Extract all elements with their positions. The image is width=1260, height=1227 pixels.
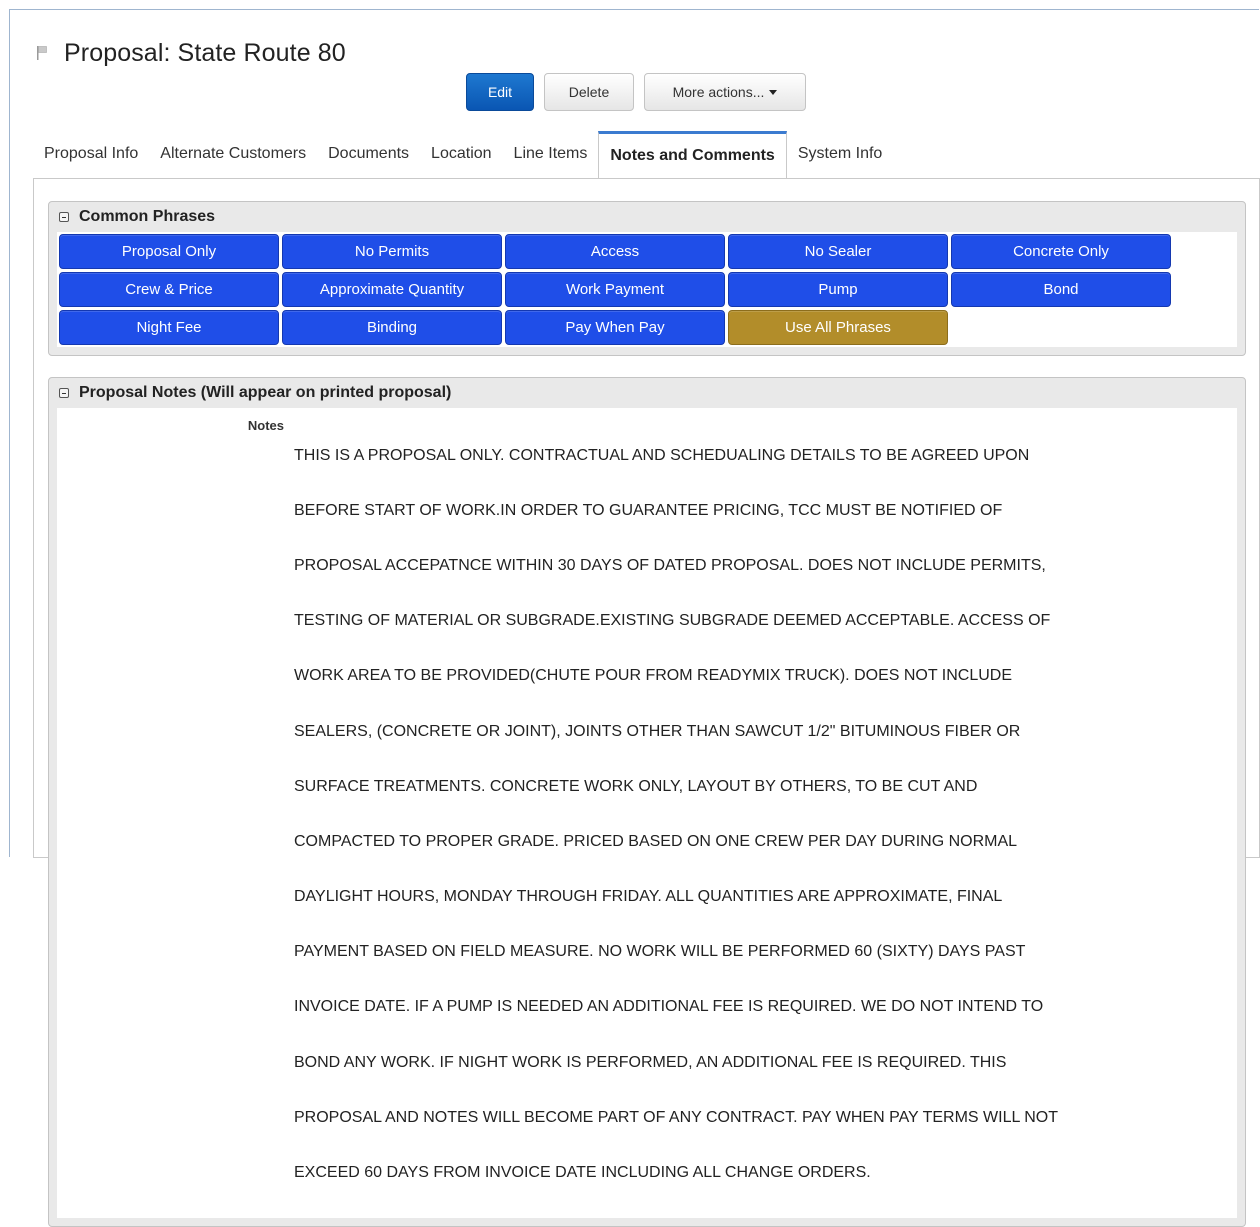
phrase-night-fee-button[interactable]: Night Fee (59, 310, 279, 345)
notes-line: BOND ANY WORK. IF NIGHT WORK IS PERFORME… (294, 1053, 1007, 1071)
flag-icon[interactable] (36, 45, 48, 61)
tab-proposal-info[interactable]: Proposal Info (33, 130, 149, 178)
notes-line: EXCEED 60 DAYS FROM INVOICE DATE INCLUDI… (294, 1164, 871, 1182)
tab-line-items[interactable]: Line Items (503, 130, 599, 178)
phrase-pump-button[interactable]: Pump (728, 272, 948, 307)
tab-alternate-customers[interactable]: Alternate Customers (149, 130, 317, 178)
tab-documents[interactable]: Documents (317, 130, 420, 178)
caret-down-icon (769, 89, 778, 95)
phrase-access-button[interactable]: Access (505, 234, 725, 269)
common-phrases-body: Proposal Only No Permits Access No Seale… (57, 232, 1237, 347)
delete-button[interactable]: Delete (544, 73, 634, 111)
proposal-notes-body: Notes THIS IS A PROPOSAL ONLY. CONTRACTU… (57, 408, 1237, 1219)
proposal-notes-title: Proposal Notes (Will appear on printed p… (79, 384, 452, 401)
proposal-notes-panel: Proposal Notes (Will appear on printed p… (48, 377, 1246, 1227)
page-header: Proposal: State Route 80 (36, 36, 346, 70)
phrase-crew-price-button[interactable]: Crew & Price (59, 272, 279, 307)
app-frame: Proposal: State Route 80 Edit Delete Mor… (9, 9, 1260, 1227)
common-phrases-title: Common Phrases (79, 208, 216, 225)
page-title: Proposal: State Route 80 (64, 38, 346, 67)
notes-line: COMPACTED TO PROPER GRADE. PRICED BASED … (294, 832, 1018, 850)
phrase-proposal-only-button[interactable]: Proposal Only (59, 234, 279, 269)
more-actions-button[interactable]: More actions... (644, 73, 806, 111)
notes-field-value[interactable]: THIS IS A PROPOSAL ONLY. CONTRACTUAL AND… (294, 414, 1194, 1214)
tab-location[interactable]: Location (420, 130, 503, 178)
phrase-no-permits-button[interactable]: No Permits (282, 234, 502, 269)
phrase-binding-button[interactable]: Binding (282, 310, 502, 345)
phrase-button-grid: Proposal Only No Permits Access No Seale… (57, 232, 1237, 347)
tab-system-info[interactable]: System Info (787, 130, 893, 178)
use-all-phrases-button[interactable]: Use All Phrases (728, 310, 948, 345)
notes-line: DAYLIGHT HOURS, MONDAY THROUGH FRIDAY. A… (294, 888, 1003, 906)
phrase-pay-when-pay-button[interactable]: Pay When Pay (505, 310, 725, 345)
common-phrases-panel: Common Phrases Proposal Only No Permits … (48, 201, 1246, 356)
notes-line: WORK AREA TO BE PROVIDED(CHUTE POUR FROM… (294, 667, 1013, 685)
notes-line: SEALERS, (CONCRETE OR JOINT), JOINTS OTH… (294, 722, 1021, 740)
phrase-bond-button[interactable]: Bond (951, 272, 1171, 307)
edit-button[interactable]: Edit (466, 73, 534, 111)
notes-field-label: Notes (247, 418, 284, 433)
notes-line: TESTING OF MATERIAL OR SUBGRADE.EXISTING… (294, 612, 1051, 630)
record-actions: Edit Delete More actions... (466, 73, 806, 111)
notes-line: PROPOSAL ACCEPATNCE WITHIN 30 DAYS OF DA… (294, 556, 1046, 574)
collapse-minus-icon[interactable] (59, 212, 69, 222)
common-phrases-header[interactable]: Common Phrases (49, 202, 1245, 232)
notes-line: INVOICE DATE. IF A PUMP IS NEEDED AN ADD… (294, 998, 1044, 1016)
phrase-no-sealer-button[interactable]: No Sealer (728, 234, 948, 269)
collapse-minus-icon[interactable] (59, 388, 69, 398)
notes-line: PROPOSAL AND NOTES WILL BECOME PART OF A… (294, 1108, 1059, 1126)
notes-line: PAYMENT BASED ON FIELD MEASURE. NO WORK … (294, 943, 1026, 961)
tab-content: Common Phrases Proposal Only No Permits … (33, 178, 1260, 1227)
notes-line: SURFACE TREATMENTS. CONCRETE WORK ONLY, … (294, 777, 978, 795)
notes-line: BEFORE START OF WORK.IN ORDER TO GUARANT… (294, 501, 1003, 519)
notes-line: THIS IS A PROPOSAL ONLY. CONTRACTUAL AND… (294, 446, 1030, 464)
phrase-work-payment-button[interactable]: Work Payment (505, 272, 725, 307)
phrase-concrete-only-button[interactable]: Concrete Only (951, 234, 1171, 269)
tab-notes-and-comments[interactable]: Notes and Comments (598, 131, 787, 179)
tab-bar: Proposal Info Alternate Customers Docume… (33, 130, 1259, 179)
proposal-notes-header[interactable]: Proposal Notes (Will appear on printed p… (49, 378, 1245, 408)
more-actions-label: More actions... (672, 84, 765, 100)
phrase-approximate-quantity-button[interactable]: Approximate Quantity (282, 272, 502, 307)
